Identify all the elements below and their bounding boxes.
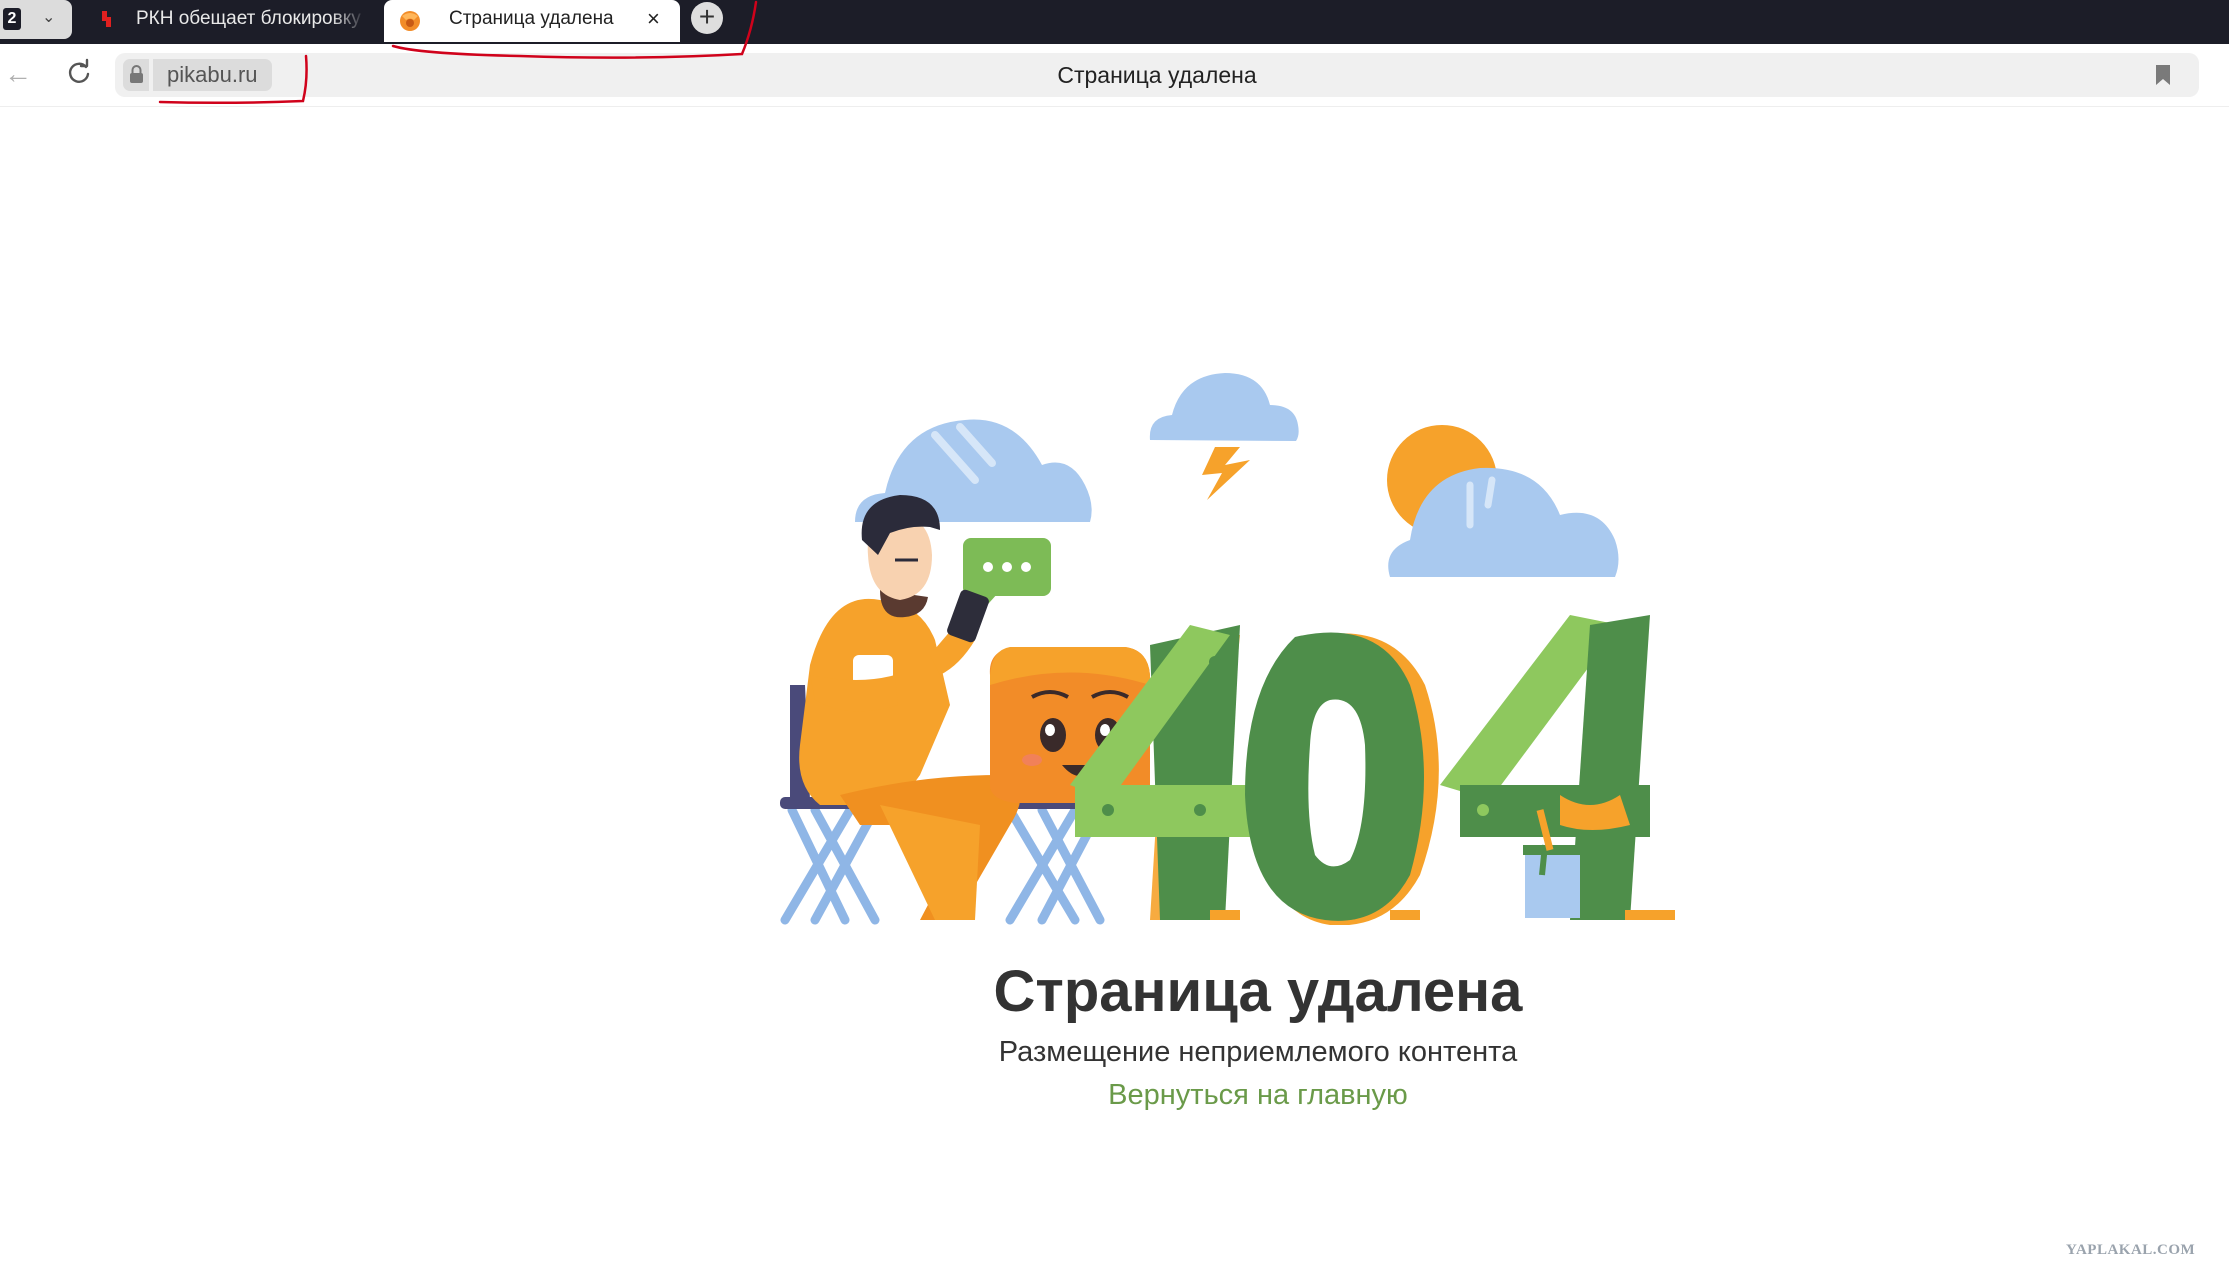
digit-0 <box>1245 632 1439 925</box>
pikabu-icon <box>400 11 420 31</box>
site-info-button[interactable] <box>123 59 149 91</box>
navigation-bar: ← Страница удалена pikabu.ru <box>0 44 2229 107</box>
new-tab-button[interactable]: + <box>691 2 723 34</box>
bookmark-icon[interactable] <box>2155 64 2171 86</box>
tab-count: 2 <box>3 8 21 30</box>
tab-rkn[interactable]: РКН обещает блокировку <box>80 0 372 40</box>
error-404-illustration <box>780 373 1675 925</box>
lock-icon <box>130 65 143 83</box>
tab-label: Страница удалена <box>449 8 614 29</box>
address-bar[interactable]: Страница удалена pikabu.ru <box>115 53 2199 97</box>
error-heading: Страница удалена <box>993 959 1523 1024</box>
back-arrow-icon[interactable]: ← <box>4 58 32 90</box>
error-reason: Размещение неприемлемого контента <box>998 1036 1518 1068</box>
yandex-red-icon <box>102 11 111 27</box>
page-title: Страница удалена <box>1057 62 1257 88</box>
reload-icon[interactable] <box>64 58 94 88</box>
tab-active-pikabu[interactable]: Страница удалена × <box>384 0 680 42</box>
tab-count-button[interactable]: 2 ⌄ <box>0 0 72 39</box>
chevron-down-icon: ⌄ <box>42 9 56 26</box>
cloud-icon <box>1149 373 1299 441</box>
close-icon[interactable]: × <box>647 0 660 38</box>
tab-strip: 2 ⌄ РКН обещает блокировку Страница удал… <box>0 0 2229 44</box>
watermark: YAPLAKAL.COM <box>2066 1242 2196 1258</box>
lightning-icon <box>1202 447 1250 500</box>
url-domain[interactable]: pikabu.ru <box>153 59 272 91</box>
back-to-home-link[interactable]: Вернуться на главную <box>0 1079 2229 1112</box>
tab-label: РКН обещает блокировку <box>136 8 361 29</box>
